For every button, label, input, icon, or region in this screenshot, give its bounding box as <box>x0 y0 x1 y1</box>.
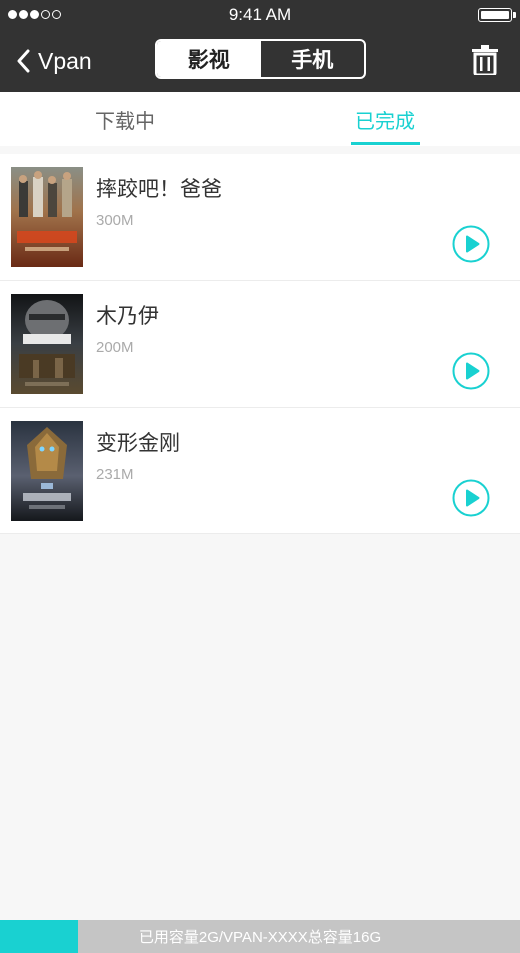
play-icon <box>452 479 490 517</box>
back-label: Vpan <box>38 47 92 74</box>
completed-list: 摔跤吧！爸爸 300M 木乃伊 200M 变形金刚 231M <box>0 154 520 534</box>
battery-icon <box>478 8 516 22</box>
item-size: 200M <box>96 339 134 356</box>
tab-completed[interactable]: 已完成 <box>330 92 440 146</box>
item-size: 300M <box>96 212 134 229</box>
play-button[interactable] <box>452 479 490 517</box>
play-icon <box>452 225 490 263</box>
storage-text: 已用容量2G/VPAN-XXXX总容量16G <box>138 929 382 946</box>
list-item[interactable]: 摔跤吧！爸爸 300M <box>0 154 520 281</box>
list-item[interactable]: 木乃伊 200M <box>0 281 520 408</box>
tab-downloading[interactable]: 下载中 <box>60 92 190 146</box>
item-title: 变形金刚 <box>96 431 180 455</box>
play-icon <box>452 352 490 390</box>
trash-icon <box>472 45 498 77</box>
active-tab-indicator <box>351 142 420 145</box>
item-size: 231M <box>96 466 134 483</box>
item-title: 木乃伊 <box>96 304 159 328</box>
poster-image <box>11 421 83 521</box>
status-bar: 9:41 AM <box>0 0 520 30</box>
delete-button[interactable] <box>472 45 498 79</box>
storage-bar: 已用容量2G/VPAN-XXXX总容量16G <box>0 920 520 953</box>
segment-video[interactable]: 影视 <box>157 41 261 77</box>
status-time: 9:41 AM <box>228 5 292 24</box>
nav-bar: Vpan 影视 手机 <box>0 30 520 92</box>
play-button[interactable] <box>452 225 490 263</box>
segment-phone[interactable]: 手机 <box>261 41 365 77</box>
segmented-control: 影视 手机 <box>155 39 366 79</box>
back-button[interactable]: Vpan <box>16 44 92 78</box>
poster-image <box>11 167 83 267</box>
item-title: 摔跤吧！爸爸 <box>96 177 222 201</box>
download-tabs: 下载中 已完成 <box>0 92 520 146</box>
play-button[interactable] <box>452 352 490 390</box>
list-item[interactable]: 变形金刚 231M <box>0 408 520 534</box>
poster-image <box>11 294 83 394</box>
chevron-left-icon <box>17 49 30 73</box>
